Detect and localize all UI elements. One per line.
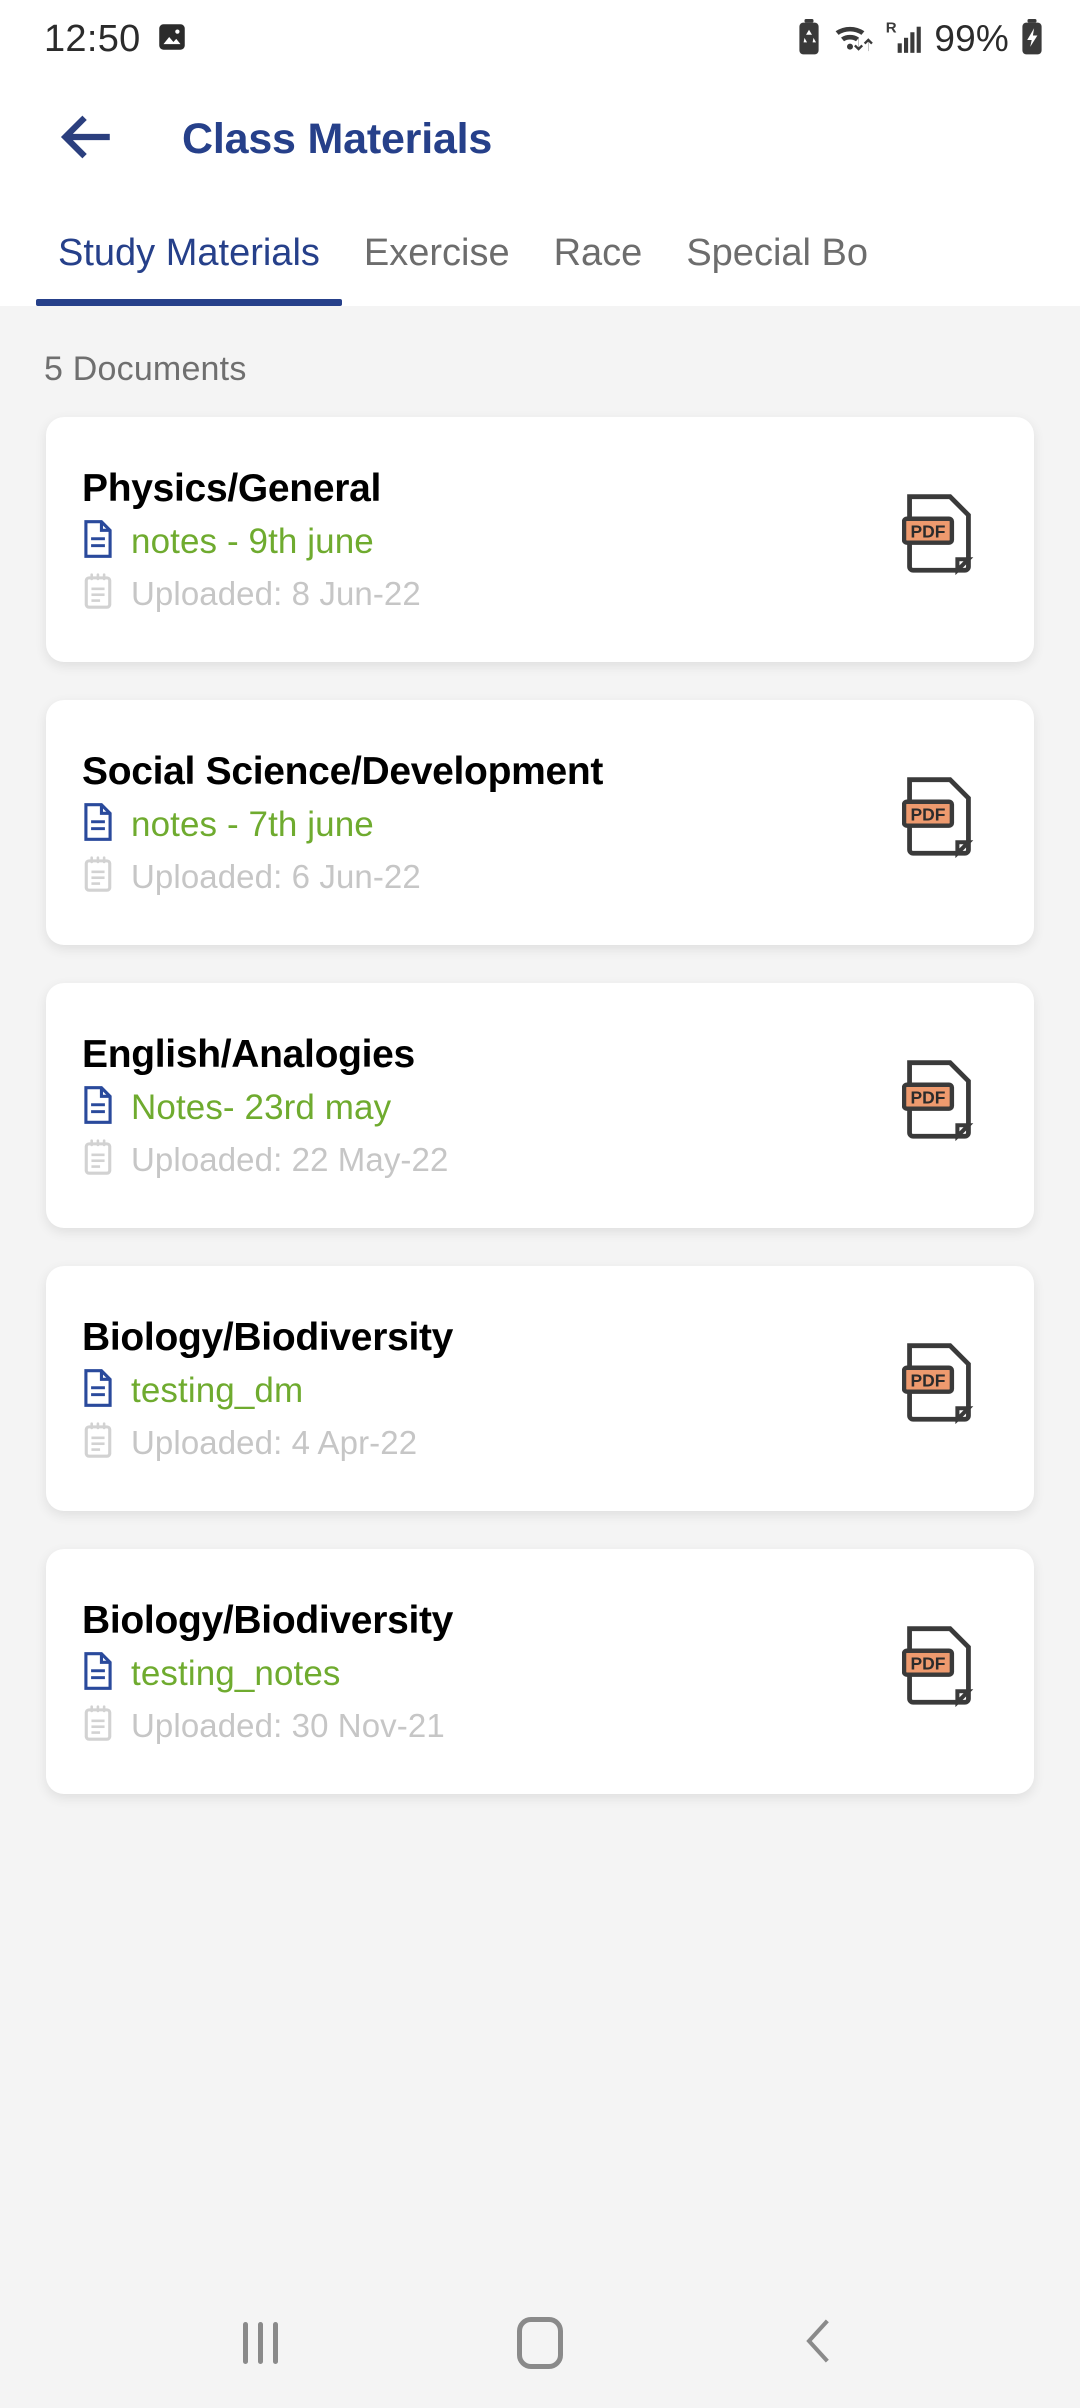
back-button[interactable] xyxy=(48,101,124,177)
document-upload-row: Uploaded: 30 Nov-21 xyxy=(82,1704,453,1747)
document-title: English/Analogies xyxy=(82,1033,415,1076)
document-count-label: 5 Documents xyxy=(44,350,247,388)
svg-text:PDF: PDF xyxy=(910,804,945,824)
document-card[interactable]: Biology/Biodiversity testing_dm Uploaded… xyxy=(46,1266,1034,1511)
svg-text:PDF: PDF xyxy=(910,521,945,541)
document-file-icon xyxy=(82,1369,114,1412)
document-card[interactable]: English/Analogies Notes- 23rd may Upload… xyxy=(46,983,1034,1228)
documents-list-container[interactable]: 5 Documents Physics/General notes - 9th … xyxy=(0,306,1080,2278)
tab-label: Special Bo xyxy=(686,231,868,274)
document-file-row: testing_notes xyxy=(82,1652,453,1695)
calendar-notepad-icon xyxy=(82,855,114,898)
document-upload-row: Uploaded: 22 May-22 xyxy=(82,1138,448,1181)
pdf-file-icon[interactable]: PDF xyxy=(901,1342,998,1439)
document-file-icon xyxy=(82,1652,114,1695)
document-title: Biology/Biodiversity xyxy=(82,1599,454,1642)
calendar-notepad-icon xyxy=(82,572,114,615)
document-file-name: Notes- 23rd may xyxy=(131,1087,392,1127)
tab-label: Exercise xyxy=(363,231,510,274)
document-card-info: Physics/General notes - 9th june Uploade… xyxy=(82,467,421,615)
documents-list: Physics/General notes - 9th june Uploade… xyxy=(0,417,1080,1794)
document-file-name: notes - 9th june xyxy=(131,521,374,561)
tab-special-books[interactable]: Special Bo xyxy=(664,200,890,306)
pdf-file-icon[interactable]: PDF xyxy=(901,1059,998,1156)
status-time: 12:50 xyxy=(44,17,141,60)
document-file-row: Notes- 23rd may xyxy=(82,1086,448,1129)
tab-label: Race xyxy=(553,231,643,274)
calendar-notepad-icon xyxy=(82,1138,114,1181)
document-title: Physics/General xyxy=(82,467,382,510)
document-file-row: notes - 7th june xyxy=(82,803,603,846)
svg-text:PDF: PDF xyxy=(910,1087,945,1107)
document-file-icon xyxy=(82,520,114,563)
tab-study-materials[interactable]: Study Materials xyxy=(36,200,342,306)
back-chevron-icon xyxy=(798,2317,842,2370)
battery-saver-icon xyxy=(797,18,821,60)
document-card-info: English/Analogies Notes- 23rd may Upload… xyxy=(82,1033,448,1181)
document-upload-date: Uploaded: 30 Nov-21 xyxy=(131,1706,445,1744)
document-file-name: testing_dm xyxy=(131,1370,304,1410)
battery-percent-label: 99% xyxy=(934,18,1009,59)
document-card[interactable]: Biology/Biodiversity testing_notes Uploa… xyxy=(46,1549,1034,1794)
document-card-info: Biology/Biodiversity testing_dm Uploaded… xyxy=(82,1316,453,1464)
document-title: Social Science/Development xyxy=(82,750,604,793)
document-upload-row: Uploaded: 4 Apr-22 xyxy=(82,1421,453,1464)
tab-race[interactable]: Race xyxy=(532,200,665,306)
document-upload-row: Uploaded: 8 Jun-22 xyxy=(82,572,421,615)
document-file-name: testing_notes xyxy=(131,1653,341,1693)
tab-exercise[interactable]: Exercise xyxy=(342,200,532,306)
document-file-row: notes - 9th june xyxy=(82,520,421,563)
back-nav-button[interactable] xyxy=(765,2298,875,2388)
pdf-file-icon[interactable]: PDF xyxy=(901,776,998,873)
document-card[interactable]: Physics/General notes - 9th june Uploade… xyxy=(46,417,1034,662)
document-card-info: Biology/Biodiversity testing_notes Uploa… xyxy=(82,1599,453,1747)
android-nav-bar xyxy=(0,2278,1080,2408)
calendar-notepad-icon xyxy=(82,1704,114,1747)
status-bar: 12:50 R 99% xyxy=(0,0,1080,78)
roaming-signal-icon: R xyxy=(885,18,923,61)
document-file-icon xyxy=(82,1086,114,1129)
document-card[interactable]: Social Science/Development notes - 7th j… xyxy=(46,700,1034,945)
recents-button[interactable] xyxy=(205,2298,315,2388)
charging-battery-icon xyxy=(1020,18,1044,60)
wifi-icon xyxy=(832,19,874,60)
home-icon xyxy=(517,2317,563,2369)
document-card-info: Social Science/Development notes - 7th j… xyxy=(82,750,603,898)
home-button[interactable] xyxy=(485,2298,595,2388)
svg-text:PDF: PDF xyxy=(910,1653,945,1673)
document-upload-row: Uploaded: 6 Jun-22 xyxy=(82,855,603,898)
document-file-icon xyxy=(82,803,114,846)
document-upload-date: Uploaded: 22 May-22 xyxy=(131,1140,449,1178)
recents-icon xyxy=(242,2322,278,2364)
status-bar-right: R 99% xyxy=(797,18,1044,61)
calendar-notepad-icon xyxy=(82,1421,114,1464)
pdf-file-icon[interactable]: PDF xyxy=(901,493,998,590)
page-title: Class Materials xyxy=(182,114,493,163)
tab-bar[interactable]: Study Materials Exercise Race Special Bo xyxy=(0,200,1080,306)
document-upload-date: Uploaded: 4 Apr-22 xyxy=(131,1423,418,1461)
image-icon xyxy=(155,20,189,59)
tab-label: Study Materials xyxy=(58,231,320,274)
document-upload-date: Uploaded: 8 Jun-22 xyxy=(131,574,421,612)
app-bar: Class Materials xyxy=(0,78,1080,200)
status-bar-left: 12:50 xyxy=(44,18,189,61)
svg-text:PDF: PDF xyxy=(910,1370,945,1390)
document-file-row: testing_dm xyxy=(82,1369,453,1412)
document-title: Biology/Biodiversity xyxy=(82,1316,454,1359)
svg-text:R: R xyxy=(886,19,897,36)
document-upload-date: Uploaded: 6 Jun-22 xyxy=(131,857,421,895)
phone-screen: 12:50 R 99% Class Materials Study Materi… xyxy=(0,0,1080,2408)
back-arrow-icon xyxy=(55,106,117,173)
pdf-file-icon[interactable]: PDF xyxy=(901,1625,998,1722)
document-file-name: notes - 7th june xyxy=(131,804,374,844)
